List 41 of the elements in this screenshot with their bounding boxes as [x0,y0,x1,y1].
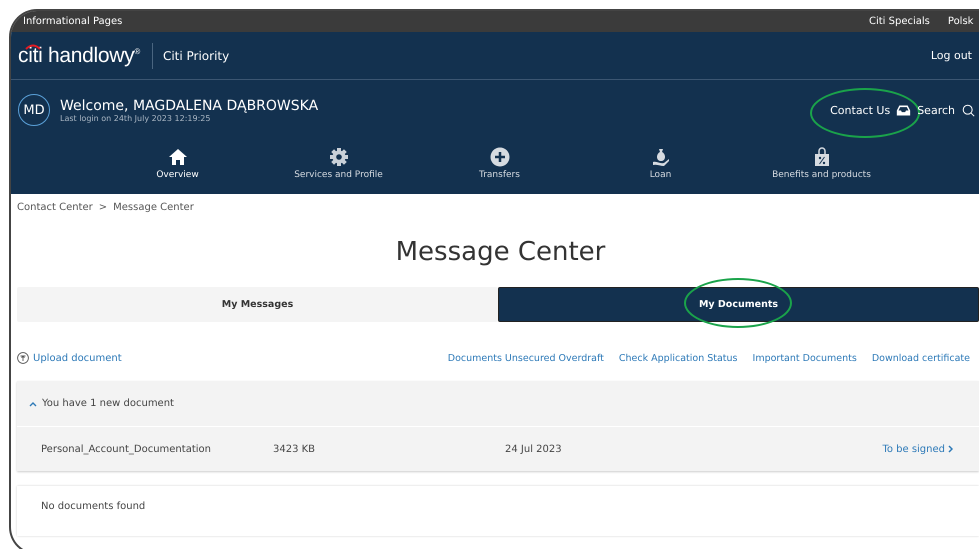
breadcrumb-link[interactable]: Contact Center [17,202,93,213]
document-link[interactable]: Download certificate [872,352,970,364]
logout-link[interactable]: Log out [930,49,972,62]
nav-item[interactable]: Overview [97,132,258,194]
document-size: 3423 KB [273,444,316,454]
new-documents-toggle[interactable]: You have 1 new document [17,381,979,427]
last-login: Last login on 24th July 2023 12:19:25 [60,114,212,122]
document-link[interactable]: Documents Unsecured Overdraft [448,352,604,364]
chevron-icon [29,400,37,406]
inbox-icon [896,104,912,116]
money-bag-icon [650,146,670,166]
document-date: 24 Jul 2023 [505,444,563,454]
document-name: Personal_Account_Documentation [41,444,212,454]
breadcrumb-separator: > [98,202,108,213]
upload-icon [17,352,29,364]
home-icon [168,146,188,166]
nav-item[interactable]: Services and Profile [258,132,419,194]
contact-button[interactable]: Contact Us [830,104,912,116]
logo[interactable]: citi handlowy$^{®}$ [18,44,140,68]
search-icon [961,104,976,116]
page-title: Message Center [394,237,606,267]
nav-item[interactable]: Transfers [419,132,580,194]
tab[interactable]: My Documents [498,287,979,322]
top-link[interactable]: Citi Specials [869,16,930,27]
tab[interactable]: My Messages [17,287,498,322]
top-link[interactable]: Informational Pages [23,16,122,27]
upload-link[interactable]: Upload document [17,352,122,364]
chevron-icon [948,445,953,453]
welcome-text: Welcome, MAGDALENA DĄBROWSKA [60,98,318,114]
nav-item[interactable]: Benefits and products [741,132,902,194]
breadcrumb-link[interactable]: Message Center [113,202,194,213]
product-name: Citi Priority [162,48,230,62]
search-button[interactable]: Search [917,104,976,116]
nav-item[interactable]: Loan [580,132,741,194]
document-link[interactable]: Check Application Status [618,352,738,364]
plus-icon [490,146,510,166]
empty-message: No documents found [17,486,979,536]
avatar: MD [18,94,50,126]
sign-link[interactable]: To be signed [882,444,953,454]
document-link[interactable]: Important Documents [752,352,857,364]
top-link[interactable]: Polsk [948,16,974,27]
